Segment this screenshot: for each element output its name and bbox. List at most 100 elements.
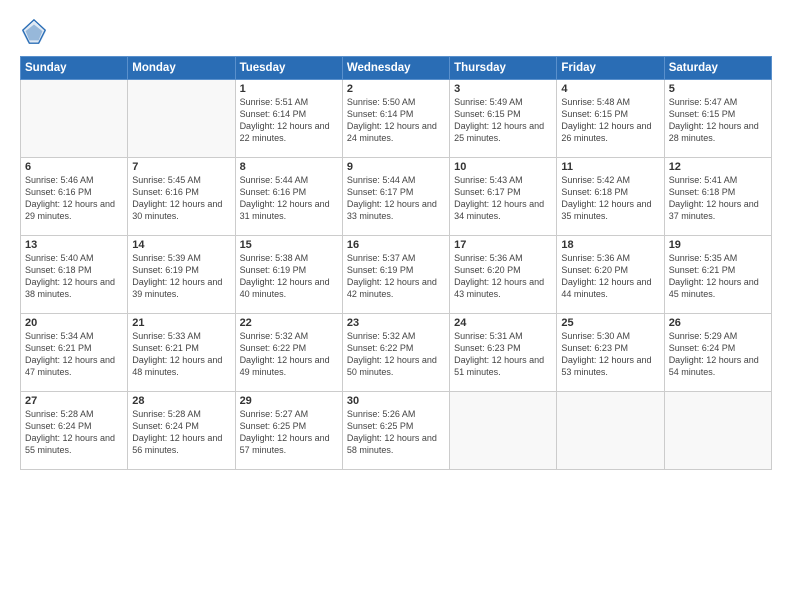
sun-info: Sunrise: 5:41 AM Sunset: 6:18 PM Dayligh… — [669, 174, 767, 223]
sun-info: Sunrise: 5:31 AM Sunset: 6:23 PM Dayligh… — [454, 330, 552, 379]
calendar-cell: 28Sunrise: 5:28 AM Sunset: 6:24 PM Dayli… — [128, 392, 235, 470]
calendar-cell: 3Sunrise: 5:49 AM Sunset: 6:15 PM Daylig… — [450, 80, 557, 158]
calendar-cell: 27Sunrise: 5:28 AM Sunset: 6:24 PM Dayli… — [21, 392, 128, 470]
calendar-day-header: Friday — [557, 57, 664, 80]
sun-info: Sunrise: 5:37 AM Sunset: 6:19 PM Dayligh… — [347, 252, 445, 301]
calendar-cell: 13Sunrise: 5:40 AM Sunset: 6:18 PM Dayli… — [21, 236, 128, 314]
calendar-cell: 14Sunrise: 5:39 AM Sunset: 6:19 PM Dayli… — [128, 236, 235, 314]
day-number: 22 — [240, 317, 338, 329]
day-number: 8 — [240, 161, 338, 173]
calendar-cell: 25Sunrise: 5:30 AM Sunset: 6:23 PM Dayli… — [557, 314, 664, 392]
calendar-cell: 23Sunrise: 5:32 AM Sunset: 6:22 PM Dayli… — [342, 314, 449, 392]
day-number: 6 — [25, 161, 123, 173]
day-number: 9 — [347, 161, 445, 173]
calendar-cell: 6Sunrise: 5:46 AM Sunset: 6:16 PM Daylig… — [21, 158, 128, 236]
day-number: 1 — [240, 83, 338, 95]
sun-info: Sunrise: 5:48 AM Sunset: 6:15 PM Dayligh… — [561, 96, 659, 145]
sun-info: Sunrise: 5:50 AM Sunset: 6:14 PM Dayligh… — [347, 96, 445, 145]
calendar-cell: 12Sunrise: 5:41 AM Sunset: 6:18 PM Dayli… — [664, 158, 771, 236]
sun-info: Sunrise: 5:28 AM Sunset: 6:24 PM Dayligh… — [132, 408, 230, 457]
day-number: 19 — [669, 239, 767, 251]
day-number: 14 — [132, 239, 230, 251]
day-number: 17 — [454, 239, 552, 251]
day-number: 4 — [561, 83, 659, 95]
calendar-day-header: Thursday — [450, 57, 557, 80]
sun-info: Sunrise: 5:28 AM Sunset: 6:24 PM Dayligh… — [25, 408, 123, 457]
calendar-cell — [557, 392, 664, 470]
calendar-cell — [21, 80, 128, 158]
sun-info: Sunrise: 5:40 AM Sunset: 6:18 PM Dayligh… — [25, 252, 123, 301]
sun-info: Sunrise: 5:45 AM Sunset: 6:16 PM Dayligh… — [132, 174, 230, 223]
sun-info: Sunrise: 5:43 AM Sunset: 6:17 PM Dayligh… — [454, 174, 552, 223]
calendar-cell — [128, 80, 235, 158]
calendar-week-row: 6Sunrise: 5:46 AM Sunset: 6:16 PM Daylig… — [21, 158, 772, 236]
calendar-week-row: 27Sunrise: 5:28 AM Sunset: 6:24 PM Dayli… — [21, 392, 772, 470]
sun-info: Sunrise: 5:26 AM Sunset: 6:25 PM Dayligh… — [347, 408, 445, 457]
calendar-table: SundayMondayTuesdayWednesdayThursdayFrid… — [20, 56, 772, 470]
calendar-cell: 15Sunrise: 5:38 AM Sunset: 6:19 PM Dayli… — [235, 236, 342, 314]
calendar-cell: 7Sunrise: 5:45 AM Sunset: 6:16 PM Daylig… — [128, 158, 235, 236]
calendar-cell: 29Sunrise: 5:27 AM Sunset: 6:25 PM Dayli… — [235, 392, 342, 470]
calendar-cell: 9Sunrise: 5:44 AM Sunset: 6:17 PM Daylig… — [342, 158, 449, 236]
logo — [20, 18, 52, 46]
day-number: 5 — [669, 83, 767, 95]
calendar-cell: 18Sunrise: 5:36 AM Sunset: 6:20 PM Dayli… — [557, 236, 664, 314]
day-number: 16 — [347, 239, 445, 251]
calendar-day-header: Saturday — [664, 57, 771, 80]
sun-info: Sunrise: 5:29 AM Sunset: 6:24 PM Dayligh… — [669, 330, 767, 379]
calendar-cell: 8Sunrise: 5:44 AM Sunset: 6:16 PM Daylig… — [235, 158, 342, 236]
logo-icon — [20, 18, 48, 46]
sun-info: Sunrise: 5:46 AM Sunset: 6:16 PM Dayligh… — [25, 174, 123, 223]
day-number: 7 — [132, 161, 230, 173]
day-number: 11 — [561, 161, 659, 173]
day-number: 30 — [347, 395, 445, 407]
sun-info: Sunrise: 5:32 AM Sunset: 6:22 PM Dayligh… — [347, 330, 445, 379]
sun-info: Sunrise: 5:30 AM Sunset: 6:23 PM Dayligh… — [561, 330, 659, 379]
header — [20, 18, 772, 46]
calendar-day-header: Tuesday — [235, 57, 342, 80]
calendar-cell: 2Sunrise: 5:50 AM Sunset: 6:14 PM Daylig… — [342, 80, 449, 158]
sun-info: Sunrise: 5:44 AM Sunset: 6:16 PM Dayligh… — [240, 174, 338, 223]
calendar-cell: 26Sunrise: 5:29 AM Sunset: 6:24 PM Dayli… — [664, 314, 771, 392]
sun-info: Sunrise: 5:27 AM Sunset: 6:25 PM Dayligh… — [240, 408, 338, 457]
sun-info: Sunrise: 5:36 AM Sunset: 6:20 PM Dayligh… — [454, 252, 552, 301]
sun-info: Sunrise: 5:38 AM Sunset: 6:19 PM Dayligh… — [240, 252, 338, 301]
day-number: 15 — [240, 239, 338, 251]
calendar-week-row: 20Sunrise: 5:34 AM Sunset: 6:21 PM Dayli… — [21, 314, 772, 392]
calendar-cell: 30Sunrise: 5:26 AM Sunset: 6:25 PM Dayli… — [342, 392, 449, 470]
calendar-cell: 17Sunrise: 5:36 AM Sunset: 6:20 PM Dayli… — [450, 236, 557, 314]
calendar-cell: 24Sunrise: 5:31 AM Sunset: 6:23 PM Dayli… — [450, 314, 557, 392]
sun-info: Sunrise: 5:35 AM Sunset: 6:21 PM Dayligh… — [669, 252, 767, 301]
calendar-day-header: Monday — [128, 57, 235, 80]
day-number: 2 — [347, 83, 445, 95]
calendar-cell: 11Sunrise: 5:42 AM Sunset: 6:18 PM Dayli… — [557, 158, 664, 236]
calendar-cell: 19Sunrise: 5:35 AM Sunset: 6:21 PM Dayli… — [664, 236, 771, 314]
day-number: 3 — [454, 83, 552, 95]
day-number: 18 — [561, 239, 659, 251]
calendar-cell: 20Sunrise: 5:34 AM Sunset: 6:21 PM Dayli… — [21, 314, 128, 392]
calendar-cell: 4Sunrise: 5:48 AM Sunset: 6:15 PM Daylig… — [557, 80, 664, 158]
calendar-cell: 5Sunrise: 5:47 AM Sunset: 6:15 PM Daylig… — [664, 80, 771, 158]
sun-info: Sunrise: 5:51 AM Sunset: 6:14 PM Dayligh… — [240, 96, 338, 145]
calendar-cell: 16Sunrise: 5:37 AM Sunset: 6:19 PM Dayli… — [342, 236, 449, 314]
day-number: 29 — [240, 395, 338, 407]
day-number: 21 — [132, 317, 230, 329]
day-number: 20 — [25, 317, 123, 329]
sun-info: Sunrise: 5:39 AM Sunset: 6:19 PM Dayligh… — [132, 252, 230, 301]
calendar-cell: 21Sunrise: 5:33 AM Sunset: 6:21 PM Dayli… — [128, 314, 235, 392]
calendar-week-row: 1Sunrise: 5:51 AM Sunset: 6:14 PM Daylig… — [21, 80, 772, 158]
sun-info: Sunrise: 5:36 AM Sunset: 6:20 PM Dayligh… — [561, 252, 659, 301]
day-number: 23 — [347, 317, 445, 329]
day-number: 13 — [25, 239, 123, 251]
page: SundayMondayTuesdayWednesdayThursdayFrid… — [0, 0, 792, 612]
sun-info: Sunrise: 5:44 AM Sunset: 6:17 PM Dayligh… — [347, 174, 445, 223]
sun-info: Sunrise: 5:33 AM Sunset: 6:21 PM Dayligh… — [132, 330, 230, 379]
calendar-cell: 22Sunrise: 5:32 AM Sunset: 6:22 PM Dayli… — [235, 314, 342, 392]
calendar-day-header: Sunday — [21, 57, 128, 80]
sun-info: Sunrise: 5:42 AM Sunset: 6:18 PM Dayligh… — [561, 174, 659, 223]
day-number: 26 — [669, 317, 767, 329]
sun-info: Sunrise: 5:34 AM Sunset: 6:21 PM Dayligh… — [25, 330, 123, 379]
calendar-cell — [664, 392, 771, 470]
day-number: 24 — [454, 317, 552, 329]
day-number: 25 — [561, 317, 659, 329]
